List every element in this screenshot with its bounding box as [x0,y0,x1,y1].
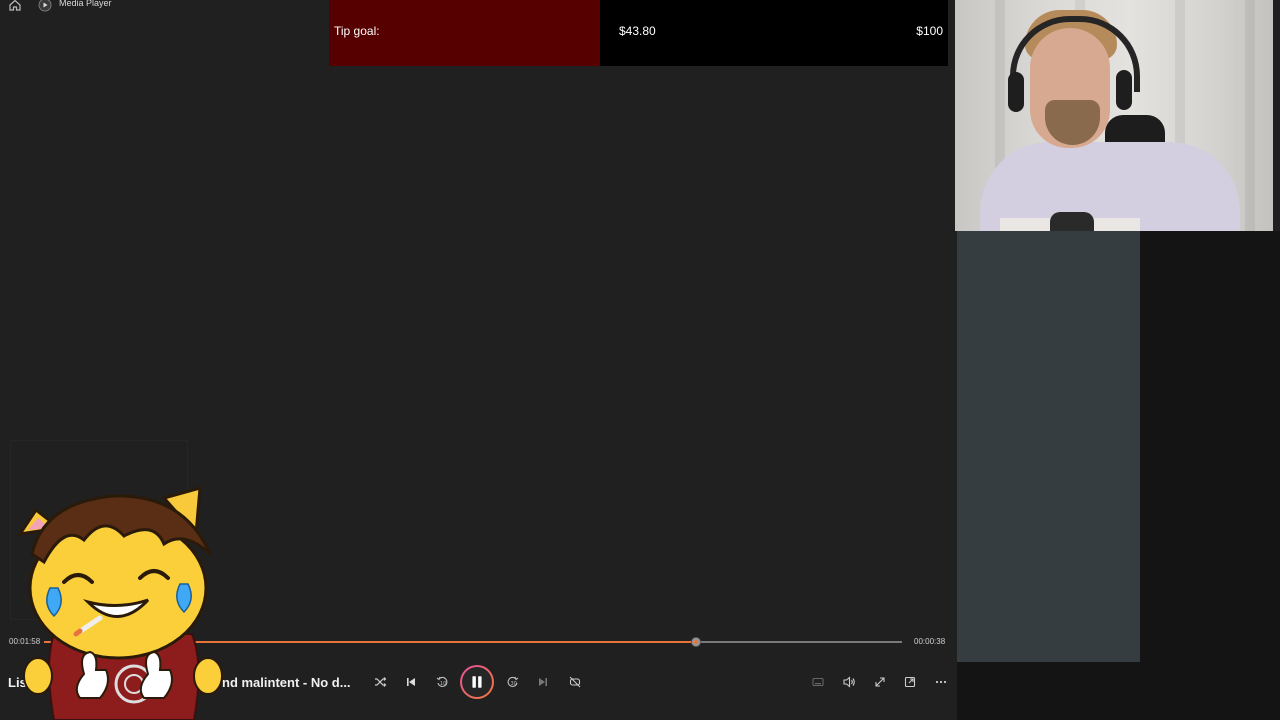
stream-canvas: Media Player Tip goal: $43.80 $100 00:01… [0,0,1280,720]
previous-icon [407,678,415,686]
shuffle-icon [375,677,387,687]
miniplayer-icon [812,677,824,687]
repeat-off-icon [569,676,581,688]
shuffle-button[interactable] [370,672,390,692]
tip-goal-target: $100 [916,24,943,38]
svg-text:10: 10 [440,681,446,687]
miniplayer-button[interactable] [808,672,828,692]
microphone-icon [1050,212,1094,232]
app-title: Media Player [59,0,112,8]
play-circle-icon [38,0,52,12]
forward-30-icon: 30 [507,676,519,687]
home-icon[interactable] [8,0,22,12]
pause-button[interactable] [460,665,494,699]
cast-button[interactable] [900,672,920,692]
title-bar: Media Player [0,0,330,12]
headset-earcup-right [1116,70,1132,110]
repeat-button[interactable] [565,672,585,692]
side-panel-bottom [957,662,1280,720]
fullscreen-icon [875,677,885,687]
next-button[interactable] [533,672,553,692]
rewind-button[interactable]: 10 [432,672,452,692]
volume-button[interactable] [839,672,859,692]
cast-icon [904,676,916,688]
tip-goal-label: Tip goal: [334,24,380,38]
next-icon [539,678,547,686]
rewind-10-icon: 10 [436,676,448,687]
cat-mascot [16,485,223,720]
forward-button[interactable]: 30 [503,672,523,692]
track-title-continued: nd malintent - No d... [222,675,351,690]
tip-goal-bar: Tip goal: $43.80 $100 [329,0,948,66]
seek-bar-thumb[interactable] [691,637,702,647]
more-icon [935,680,947,684]
headset-earcup-left [1008,72,1024,112]
pause-icon [472,676,482,688]
previous-button[interactable] [401,672,421,692]
svg-text:30: 30 [511,681,517,687]
fullscreen-button[interactable] [870,672,890,692]
more-button[interactable] [931,672,951,692]
volume-icon [843,676,855,688]
side-panel-dark [1140,231,1280,662]
time-remaining: 00:00:38 [914,637,946,646]
tip-goal-current: $43.80 [619,24,656,38]
side-panel [957,231,1140,662]
